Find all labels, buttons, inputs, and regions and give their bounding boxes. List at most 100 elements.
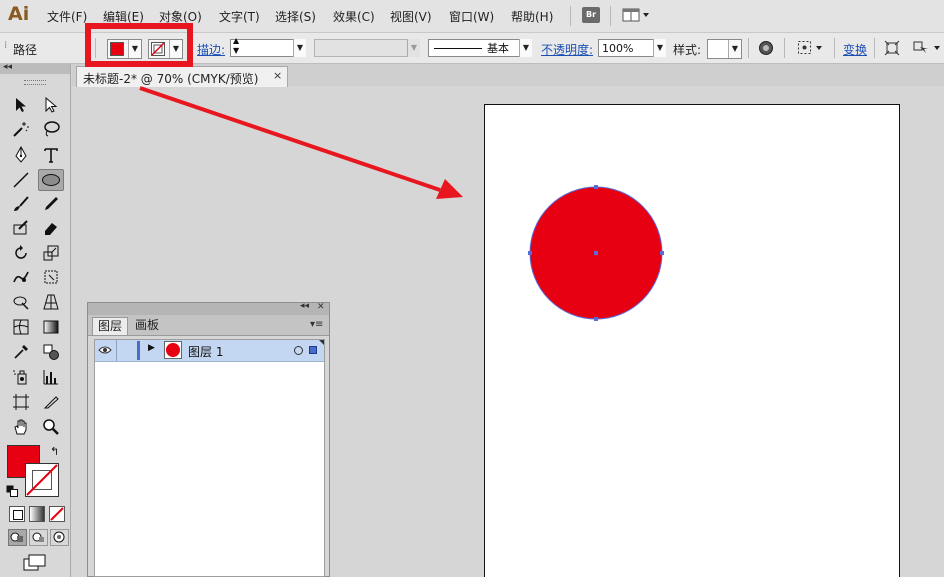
draw-inside-button[interactable] xyxy=(50,529,69,546)
panel-menu-icon[interactable]: ▾≡ xyxy=(310,319,323,330)
screen-mode-icon xyxy=(23,554,46,571)
recolor-artwork-button[interactable] xyxy=(758,40,774,59)
line-segment-tool[interactable] xyxy=(10,170,32,190)
control-divider xyxy=(748,38,749,58)
menu-file[interactable]: 文件(F) xyxy=(47,8,87,25)
draw-behind-button[interactable] xyxy=(29,529,48,546)
layer-row[interactable]: ▶ 图层 1 xyxy=(95,340,324,362)
opacity-input[interactable]: 100% ▼ xyxy=(598,39,666,57)
menu-view[interactable]: 视图(V) xyxy=(390,8,432,25)
bridge-button[interactable]: Br xyxy=(582,7,600,23)
magic-wand-tool[interactable] xyxy=(10,119,32,139)
stepper-icon[interactable]: ▲ ▼ xyxy=(233,36,239,56)
align-options-button[interactable] xyxy=(797,40,825,59)
toolbox-grip[interactable] xyxy=(24,80,46,85)
draw-normal-button[interactable] xyxy=(8,529,27,546)
tab-artboards[interactable]: 画板 xyxy=(130,317,164,334)
isolate-group-button[interactable] xyxy=(884,40,900,59)
anchor-point-right[interactable] xyxy=(660,251,664,255)
stroke-label[interactable]: 描边: xyxy=(197,41,225,58)
chevron-down-icon: ▼ xyxy=(407,39,420,57)
close-icon[interactable]: ✕ xyxy=(317,302,325,312)
anchor-point-bottom[interactable] xyxy=(594,317,598,321)
mesh-tool[interactable] xyxy=(10,317,32,337)
collapse-icon[interactable]: ◂◂ xyxy=(3,62,12,72)
menu-effect[interactable]: 效果(C) xyxy=(333,8,375,25)
menu-window[interactable]: 窗口(W) xyxy=(449,8,494,25)
transform-link[interactable]: 变换 xyxy=(843,41,867,58)
hand-tool[interactable] xyxy=(10,417,32,437)
column-divider xyxy=(116,340,117,361)
variable-width-profile-select[interactable]: ▼ xyxy=(314,39,420,57)
pencil-tool[interactable] xyxy=(40,194,62,214)
brush-definition-select[interactable]: 基本 ▼ xyxy=(428,39,532,57)
workspace-icon xyxy=(622,8,649,22)
anchor-point-left[interactable] xyxy=(528,251,532,255)
blend-tool[interactable] xyxy=(40,342,62,362)
toolbox-header[interactable]: ◂◂ xyxy=(0,62,70,74)
scale-tool[interactable] xyxy=(40,243,62,263)
artboard-tool[interactable] xyxy=(10,392,32,412)
zoom-tool[interactable] xyxy=(40,417,62,437)
color-mode-button[interactable] xyxy=(9,506,25,522)
direct-selection-tool[interactable] xyxy=(40,95,62,115)
symbol-sprayer-icon xyxy=(13,370,27,385)
hand-icon xyxy=(14,419,27,435)
swap-fill-stroke-icon[interactable]: ↰ xyxy=(50,445,59,458)
red-circle-shape[interactable] xyxy=(526,183,666,323)
ellipse-tool[interactable] xyxy=(38,169,64,191)
selection-tool[interactable] xyxy=(10,95,32,115)
chevron-down-icon: ▼ xyxy=(728,40,741,58)
collapse-icon[interactable]: ◂◂ xyxy=(300,301,309,311)
menu-type[interactable]: 文字(T) xyxy=(219,8,260,25)
document-tab[interactable]: 未标题-2* @ 70% (CMYK/预览) × xyxy=(76,66,288,87)
eye-visibility-icon[interactable] xyxy=(98,345,112,355)
eyedropper-tool[interactable] xyxy=(10,342,32,362)
blob-brush-tool[interactable] xyxy=(10,218,32,238)
gradient-mode-button[interactable] xyxy=(29,506,45,522)
shape-builder-tool[interactable] xyxy=(10,292,32,312)
warp-tool[interactable] xyxy=(10,267,32,287)
perspective-grid-tool[interactable] xyxy=(40,292,62,312)
rotate-tool[interactable] xyxy=(10,243,32,263)
selection-square-icon[interactable] xyxy=(309,346,317,354)
slice-tool[interactable] xyxy=(40,392,62,412)
none-mode-button[interactable] xyxy=(49,506,65,522)
tab-layers[interactable]: 图层 xyxy=(92,317,129,335)
workspace-switcher-button[interactable] xyxy=(622,7,650,23)
symbol-sprayer-tool[interactable] xyxy=(10,367,32,387)
gradient-tool[interactable] xyxy=(40,317,62,337)
gradient-icon xyxy=(43,320,59,334)
free-transform-icon xyxy=(44,270,58,284)
panel-menu-button[interactable] xyxy=(913,40,943,59)
stroke-color-swatch[interactable] xyxy=(25,463,59,497)
panel-tab-bar: 图层 画板 ▾≡ xyxy=(88,315,329,336)
column-graph-tool[interactable] xyxy=(40,367,62,387)
graphic-style-select[interactable]: ▼ xyxy=(707,39,742,59)
expand-triangle-icon[interactable]: ▶ xyxy=(148,343,155,353)
no-color-slash-icon xyxy=(26,464,58,496)
paintbrush-tool[interactable] xyxy=(10,194,32,214)
default-fill-stroke-icon[interactable] xyxy=(6,485,18,500)
pen-tool[interactable] xyxy=(10,145,32,165)
draw-inside-icon xyxy=(53,531,65,543)
free-transform-tool[interactable] xyxy=(40,267,62,287)
eraser-icon xyxy=(45,223,57,235)
eyedropper-icon xyxy=(14,345,28,359)
menu-select[interactable]: 选择(S) xyxy=(275,8,316,25)
menu-help[interactable]: 帮助(H) xyxy=(511,8,553,25)
anchor-point-top[interactable] xyxy=(594,185,598,189)
layer-name[interactable]: 图层 1 xyxy=(188,343,223,360)
artboard[interactable] xyxy=(484,104,900,577)
highlight-rectangle xyxy=(85,23,193,67)
type-tool[interactable] xyxy=(40,145,62,165)
opacity-label[interactable]: 不透明度: xyxy=(541,41,593,58)
target-circle-icon[interactable] xyxy=(294,346,303,355)
opacity-value: 100% xyxy=(602,42,634,55)
lasso-tool[interactable] xyxy=(40,119,62,139)
eraser-tool[interactable] xyxy=(40,218,62,238)
stroke-weight-input[interactable]: ▲ ▼ ▼ xyxy=(230,36,306,57)
close-icon[interactable]: × xyxy=(273,69,282,82)
panel-titlebar[interactable]: ◂◂ ✕ xyxy=(88,301,329,315)
screen-mode-button[interactable] xyxy=(23,554,47,575)
